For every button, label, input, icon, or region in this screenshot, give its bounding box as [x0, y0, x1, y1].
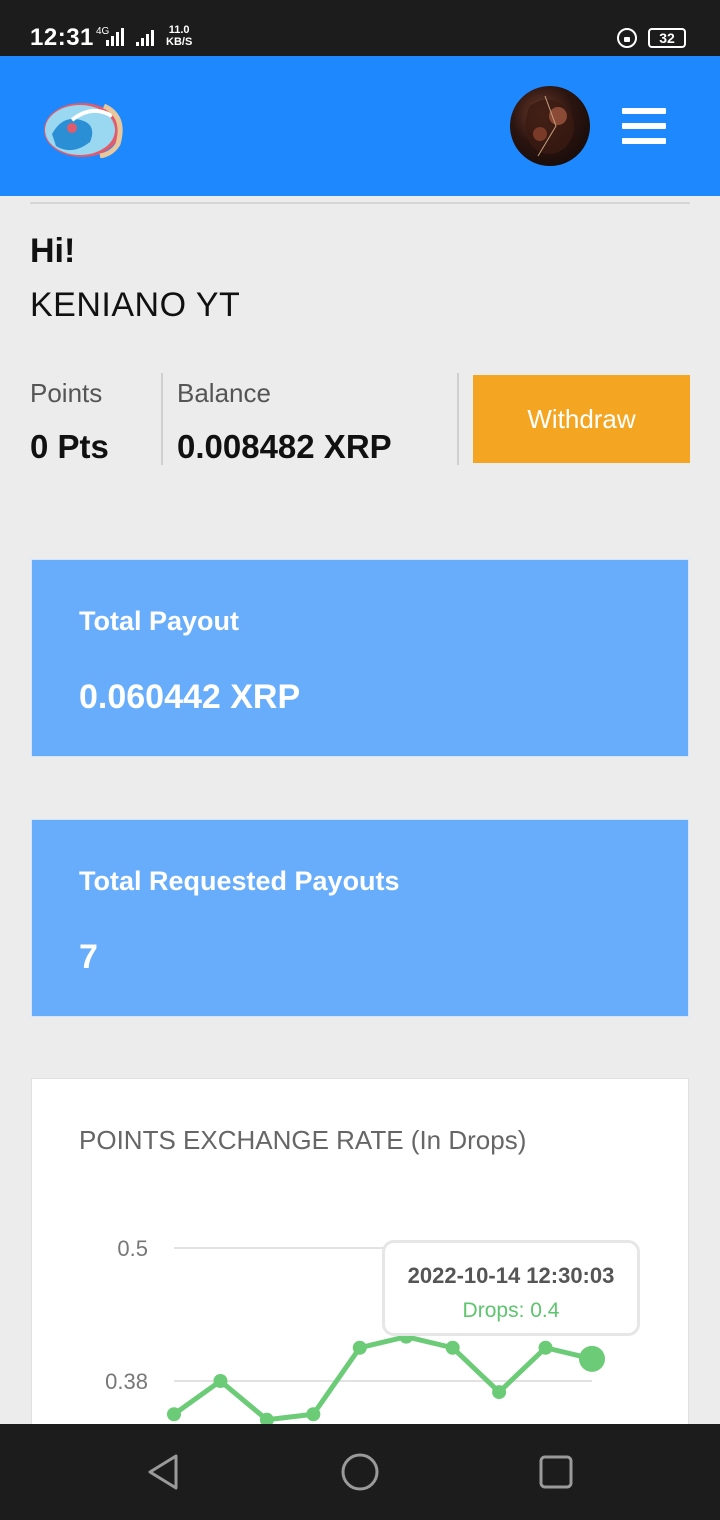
- avatar-image: [525, 95, 574, 157]
- exchange-rate-chart-card: POINTS EXCHANGE RATE (In Drops) 0.5 0.38 …: [31, 1078, 689, 1438]
- network-speed-unit: KB/S: [166, 36, 193, 48]
- points-value: 0 Pts: [30, 428, 109, 465]
- data-point[interactable]: [445, 1340, 460, 1355]
- stats-separator: [457, 373, 459, 465]
- data-point[interactable]: [306, 1407, 321, 1422]
- data-point[interactable]: [579, 1345, 605, 1372]
- back-triangle-icon[interactable]: [144, 1452, 184, 1492]
- data-point[interactable]: [352, 1340, 367, 1355]
- data-point[interactable]: [538, 1340, 553, 1355]
- recents-square-icon[interactable]: [536, 1452, 576, 1492]
- system-nav-bar: [0, 1424, 720, 1520]
- series-line: [172, 1334, 593, 1423]
- status-bar: 12:31 4G 11.0 KB/S 32: [0, 0, 720, 56]
- app-logo-icon[interactable]: [42, 98, 128, 158]
- rotation-lock-icon: [617, 28, 637, 48]
- balance-label: Balance: [177, 378, 271, 408]
- network-speed-value: 11.0: [168, 24, 190, 36]
- y-tick-label: 0.38: [105, 1369, 148, 1394]
- withdraw-button[interactable]: Withdraw: [473, 375, 690, 463]
- top-divider: [30, 202, 690, 204]
- data-point[interactable]: [167, 1407, 181, 1422]
- data-point[interactable]: [492, 1385, 507, 1400]
- hamburger-menu-icon[interactable]: [622, 108, 666, 144]
- username: KENIANO YT: [30, 286, 241, 324]
- app-header: [0, 56, 720, 196]
- y-tick-label: 0.5: [117, 1236, 148, 1261]
- tooltip-date: 2022-10-14 12:30:03: [407, 1263, 615, 1288]
- total-payout-title: Total Payout: [79, 606, 240, 636]
- total-requested-payouts-value: 7: [79, 938, 98, 976]
- chart-tooltip: 2022-10-14 12:30:03 Drops: 0.4: [382, 1240, 640, 1336]
- greeting-title: Hi!: [30, 232, 76, 270]
- user-avatar[interactable]: [510, 86, 590, 166]
- points-label: Points: [30, 378, 103, 408]
- total-payout-card: Total Payout 0.060442 XRP: [31, 559, 689, 757]
- network-speed: 11.0 KB/S: [166, 24, 192, 48]
- total-payout-value: 0.060442 XRP: [79, 678, 301, 716]
- total-requested-payouts-title: Total Requested Payouts: [79, 866, 400, 896]
- stats-separator: [161, 373, 163, 465]
- signal-icon: [106, 28, 154, 46]
- home-circle-icon[interactable]: [340, 1452, 380, 1492]
- battery-indicator: 32: [648, 28, 686, 48]
- balance-value: 0.008482 XRP: [177, 428, 392, 465]
- status-time: 12:31: [30, 24, 94, 51]
- total-requested-payouts-card: Total Requested Payouts 7: [31, 819, 689, 1017]
- data-point[interactable]: [213, 1374, 228, 1388]
- tooltip-value: Drops: 0.4: [462, 1299, 560, 1322]
